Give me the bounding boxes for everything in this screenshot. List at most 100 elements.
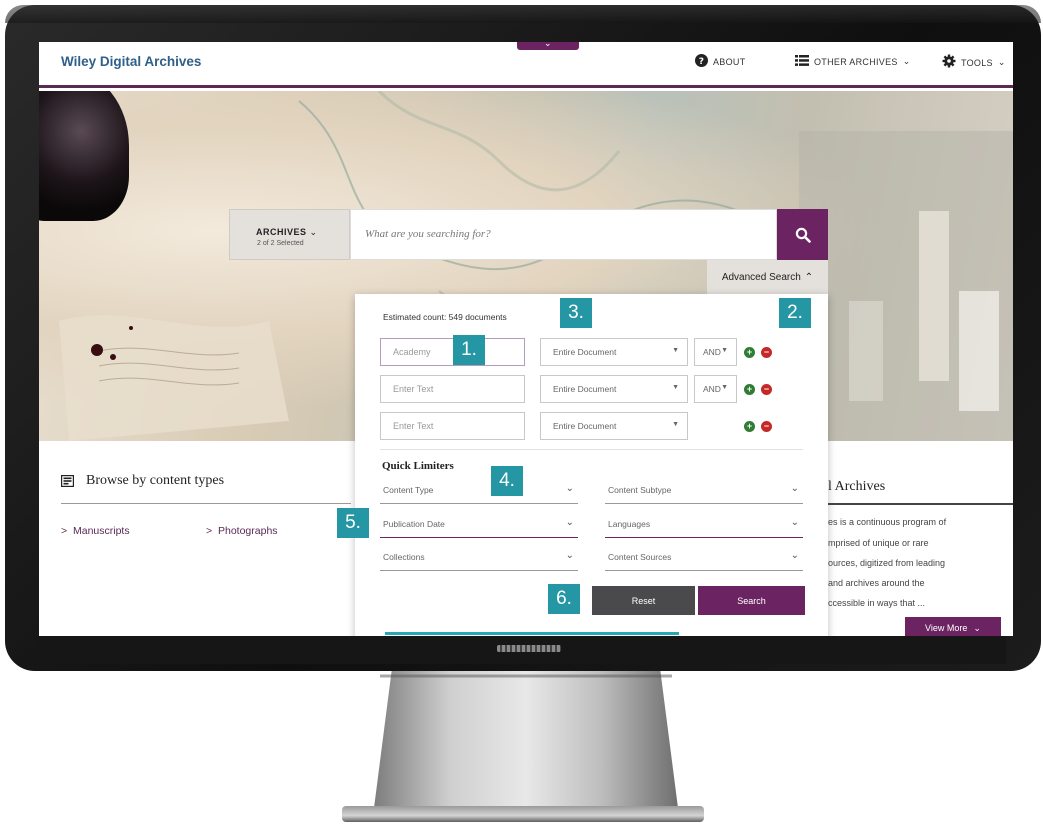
add-row-icon[interactable]: + [744,347,755,358]
chevron-right-icon: > [206,525,213,537]
divider [828,503,1013,505]
chevron-down-icon: ⌄ [973,622,981,633]
search-icon [795,227,811,243]
field-select-value: Entire Document [553,384,617,394]
callout-2: 2. [779,298,811,328]
query-text-field[interactable]: Enter Text [380,375,525,403]
caret-down-icon: ▼ [672,421,679,428]
browse-link-manuscripts[interactable]: > Manuscripts [61,525,130,537]
advanced-search-label: Advanced Search [721,271,801,283]
ink-drop [110,354,116,360]
monitor-mockup: Wiley Digital Archives ⌄ ? ABOUT OTHER A… [0,0,1043,831]
dropdown-label: Collections [383,552,425,562]
remove-row-icon[interactable]: − [761,347,772,358]
add-row-icon[interactable]: + [744,384,755,395]
chevron-down-icon: ⌄ [565,550,574,561]
field-select[interactable]: Entire Document ▼ [540,338,688,366]
archives-selected-count: 2 of 2 Selected [257,240,304,247]
content-subtype-dropdown[interactable]: Content Subtype ⌄ [605,479,803,504]
query-text-field[interactable]: Enter Text [380,412,525,440]
list-icon [795,54,809,69]
operator-select-value: AND [703,384,721,394]
advanced-search-panel: Estimated count: 549 documents Academy E… [355,294,828,636]
book-icon [61,475,74,487]
add-row-icon[interactable]: + [744,421,755,432]
advanced-search-toggle[interactable]: Advanced Search ⌃ [707,260,828,294]
search-placeholder: What are you searching for? [365,228,491,240]
view-more-label: View More [925,623,968,633]
dropdown-label: Languages [608,519,651,529]
nav-other-archives-label: OTHER ARCHIVES [814,56,898,67]
about-text-line: mprised of unique or rare [828,538,929,548]
about-text-line: and archives around the [828,578,925,588]
dropdown-label: Content Type [383,485,434,495]
browse-link-photographs[interactable]: > Photographs [206,525,278,537]
content-sources-dropdown[interactable]: Content Sources ⌄ [605,546,803,571]
browse-link-label: Photographs [217,525,278,537]
chevron-down-icon: ⌄ [997,57,1006,67]
about-text-line: es is a continuous program of [828,517,947,527]
ink-drop [129,326,133,330]
field-select-value: Entire Document [553,421,617,431]
nav-tools-label: TOOLS [961,57,993,68]
chevron-down-icon: ⌄ [902,56,911,66]
ink-bottle-image [39,91,129,221]
callout-6: 6. [548,584,580,614]
divider [61,503,351,504]
about-archives-title: l Archives [828,479,886,494]
divider [380,449,803,450]
collections-dropdown[interactable]: Collections ⌄ [380,546,578,571]
field-select-value: Entire Document [553,347,617,357]
search-button[interactable] [777,209,828,260]
browser-screen: Wiley Digital Archives ⌄ ? ABOUT OTHER A… [39,42,1013,636]
dropdown-label: Content Sources [608,552,672,562]
publication-date-dropdown[interactable]: Publication Date ⌄ [380,513,578,538]
field-select[interactable]: Entire Document ▼ [540,412,688,440]
monitor-logo [497,645,561,652]
field-select[interactable]: Entire Document ▼ [540,375,688,403]
callout-4: 4. [491,466,523,496]
nav-other-archives[interactable]: OTHER ARCHIVES ⌄ [795,54,911,69]
operator-select[interactable]: AND ▼ [694,338,737,366]
about-text-line: ources, digitized from leading [828,558,946,568]
content-type-dropdown[interactable]: Content Type ⌄ [380,479,578,504]
dropdown-label: Publication Date [383,519,445,529]
languages-dropdown[interactable]: Languages ⌄ [605,513,803,538]
operator-select[interactable]: AND ▼ [694,375,737,403]
nav-about-label: ABOUT [713,57,746,67]
ink-drop [91,344,103,356]
reset-button[interactable]: Reset [592,586,695,615]
browse-heading: Browse by content types [61,473,224,489]
caret-down-icon: ▼ [721,384,728,391]
nav-tools[interactable]: TOOLS ⌄ [942,54,1006,71]
search-input[interactable]: What are you searching for? [350,209,777,260]
chevron-down-icon: ⌄ [790,483,799,494]
chevron-up-icon: ⌃ [804,271,814,283]
brand-link[interactable]: Wiley Digital Archives [61,54,201,69]
caret-down-icon: ▼ [672,347,679,354]
question-circle-icon: ? [695,54,708,70]
archives-selector[interactable]: ARCHIVES ⌄ 2 of 2 Selected [229,209,350,260]
callout-3: 3. [560,298,592,328]
caret-down-icon: ▼ [672,384,679,391]
svg-text:?: ? [699,57,705,67]
chevron-down-icon: ⌄ [565,483,574,494]
chevron-down-icon: ⌄ [790,517,799,528]
advanced-search-submit-button[interactable]: Search [698,586,805,615]
view-more-button[interactable]: View More ⌄ [905,617,1001,636]
progress-accent-bar [385,632,679,635]
top-navbar: Wiley Digital Archives ⌄ ? ABOUT OTHER A… [39,42,1013,88]
chevron-down-icon: ⌄ [565,517,574,528]
gear-icon [942,54,956,71]
chevron-down-icon: ⌄ [790,550,799,561]
chevron-right-icon: > [61,525,68,537]
estimated-count: Estimated count: 549 documents [383,312,507,322]
browse-title: Browse by content types [86,473,225,488]
archives-selector-label: ARCHIVES [256,227,307,237]
nav-about[interactable]: ? ABOUT [695,54,746,70]
header-collapse-tab[interactable]: ⌄ [517,42,579,50]
about-text-line: ccessible in ways that ... [828,598,926,608]
callout-1: 1. [453,335,485,365]
remove-row-icon[interactable]: − [761,421,772,432]
remove-row-icon[interactable]: − [761,384,772,395]
